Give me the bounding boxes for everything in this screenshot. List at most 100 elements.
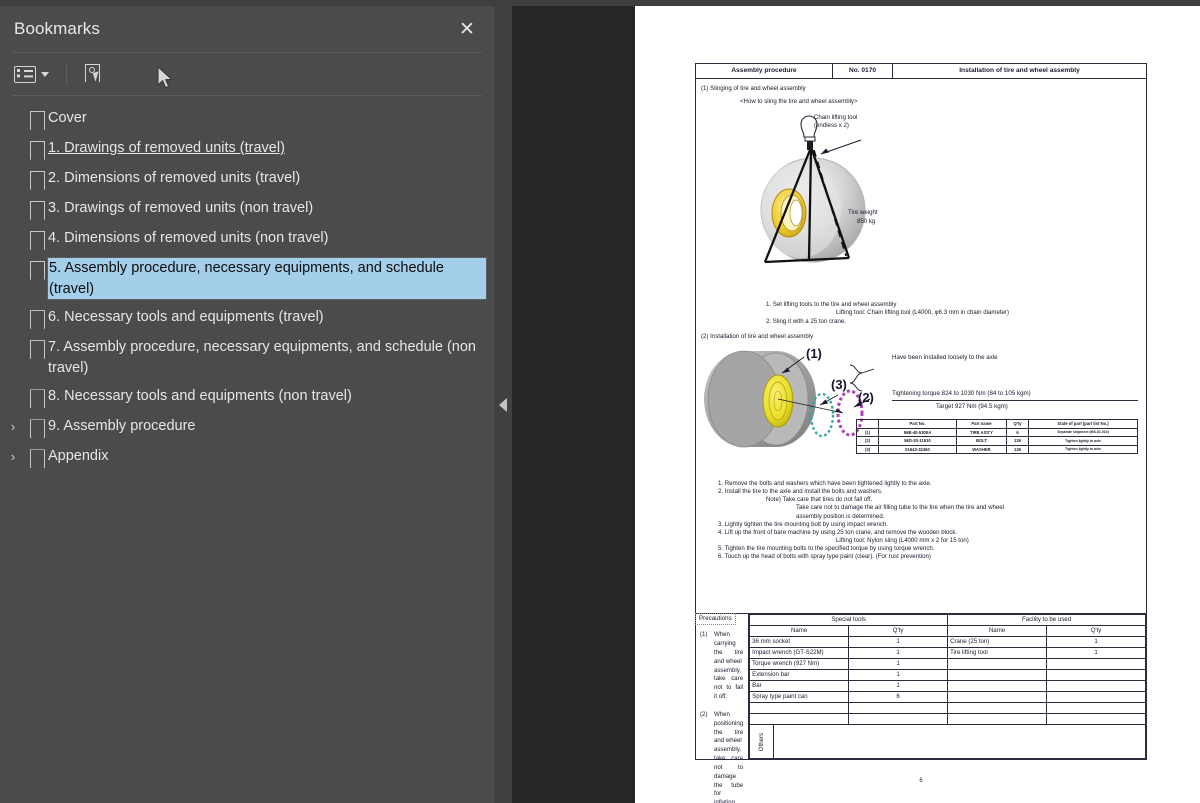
expand-chevron-icon[interactable]: › — [0, 416, 26, 433]
precaution-line: When carrying the tire and wheel — [714, 631, 744, 665]
tools-facility-cell: Impact wrench (GT-S22M) — [749, 647, 850, 659]
parts-th-4: State of part (part list No.) — [1028, 418, 1138, 429]
section2-step: 6. Touch up the head of bolts with spray… — [718, 553, 931, 561]
tools-facility-cell — [848, 702, 949, 714]
parts-cell: 126 — [1006, 436, 1029, 446]
precaution-line: When positioning the tire and wheel — [714, 710, 744, 745]
tools-facility-cell — [947, 713, 1048, 725]
tools-facility-cell — [1046, 669, 1146, 681]
special-tools-title: Special tools — [749, 614, 949, 626]
tools-facility-row — [749, 702, 1146, 714]
header-title: Installation of tire and wheel assembly — [959, 66, 1080, 74]
close-icon[interactable]: ✕ — [454, 16, 480, 42]
tools-facility-cell — [1046, 658, 1146, 670]
facility-col-qty: Q'ty — [1046, 625, 1146, 637]
bookmark-icon — [26, 310, 48, 329]
tools-facility-cell: Crane (25 ton) — [947, 636, 1048, 648]
others-blank-area — [774, 725, 1145, 758]
section1-subheading: <How to sling the tire and wheel assembl… — [740, 98, 858, 106]
section2-step: 1. Remove the bolts and washers which ha… — [718, 479, 932, 487]
bookmark-item-2[interactable]: 1. Drawings of removed units (travel) — [0, 134, 494, 164]
list-options-button[interactable] — [12, 63, 51, 86]
bookmark-label: 9. Assembly procedure — [48, 418, 196, 435]
bookmark-label: 7. Assembly procedure, necessary equipme… — [48, 339, 476, 376]
tools-facility-cell — [749, 702, 850, 714]
tools-facility-cell — [1046, 702, 1146, 714]
tools-facility-cell: Tire lifting tool — [947, 647, 1048, 659]
bookmark-label: Cover — [48, 110, 87, 126]
collapse-left-arrow-icon[interactable] — [499, 397, 507, 412]
document-header-table: Assembly procedure No. 0170 Installation… — [695, 63, 1147, 79]
bookmark-item-8[interactable]: 7. Assembly procedure, necessary equipme… — [0, 333, 494, 382]
bookmarks-panel-header: Bookmarks ✕ — [0, 6, 494, 52]
bookmark-list[interactable]: Cover 1. Drawings of removed units (trave… — [0, 96, 494, 803]
header-procedure: Assembly procedure — [696, 64, 833, 78]
tools-facility-cell: 1 — [848, 658, 949, 670]
bookmark-item-9[interactable]: 8. Necessary tools and equipments (non t… — [0, 382, 494, 412]
tools-facility-row: Bar 1 — [749, 680, 1146, 692]
tools-facility-cell — [1046, 713, 1146, 725]
tools-facility-cell — [848, 713, 949, 725]
section2-step: Note) Take care that tires do not fall o… — [766, 496, 873, 504]
tools-facility-cell: 1 — [848, 669, 949, 681]
section1-step-1: 1. Set lifting tools to the tire and whe… — [766, 301, 897, 309]
precautions-title: Precautions — [695, 612, 736, 626]
bookmark-item-5[interactable]: 4. Dimensions of removed units (non trav… — [0, 224, 494, 254]
parts-cell: TIRE ASS'Y — [956, 427, 1007, 438]
special-tools-col-name: Name — [749, 625, 850, 637]
bookmark-item-6[interactable]: 5. Assembly procedure, necessary equipme… — [0, 254, 494, 303]
bookmark-item-1[interactable]: Cover — [0, 104, 494, 134]
tools-facility-row: 36 mm socket 1 Crane (25 ton) 1 — [749, 636, 1146, 648]
parts-th-0 — [856, 418, 879, 429]
tools-facility-cell — [947, 702, 1048, 714]
tools-facility-row — [749, 713, 1146, 725]
expand-chevron-icon[interactable]: › — [0, 446, 26, 463]
bookmark-item-4[interactable]: 3. Drawings of removed units (non travel… — [0, 194, 494, 224]
tools-facility-table: Special tools Facility to be used Name Q… — [749, 614, 1146, 725]
precaution-number: (2) — [700, 710, 708, 718]
parts-th-2: Part name — [956, 418, 1007, 429]
parts-cell: (3) — [856, 444, 879, 455]
section2-steps: 1. Remove the bolts and washers which ha… — [696, 476, 1146, 562]
tools-facility-cell: Bar — [749, 680, 850, 692]
document-sheet: Assembly procedure No. 0170 Installation… — [695, 63, 1147, 803]
parts-cell: 6 — [1006, 427, 1029, 438]
pdf-viewer: Assembly procedure No. 0170 Installation… — [512, 6, 1200, 803]
section2-step: 3. Lightly tighten the tire mounting bol… — [718, 520, 889, 528]
tools-facility-cell: Extension bar — [749, 669, 850, 681]
parts-table-row: (2) 56D-30-11910 BOLT 126 Tighten lightly to… — [856, 436, 1138, 446]
tools-facility-cell — [947, 669, 1048, 681]
bookmark-item-3[interactable]: 2. Dimensions of removed units (travel) — [0, 164, 494, 194]
section1-step-tool: Lifting tool: Chain lifting tool (L4000,… — [836, 309, 1009, 317]
parts-cell: BOLT — [956, 436, 1007, 446]
bookmark-item-7[interactable]: 6. Necessary tools and equipments (trave… — [0, 303, 494, 333]
precaution-item: (2) When positioning the tire and wheel as… — [696, 711, 748, 803]
bookmark-label: 8. Necessary tools and equipments (non t… — [48, 388, 352, 405]
bookmark-label: 2. Dimensions of removed units (travel) — [48, 170, 301, 186]
section2-step: Take care not to damage the air filling … — [796, 504, 1004, 512]
section2-step: 5. Tighten the tire mounting bolts to th… — [718, 545, 935, 553]
panel-collapse-strip[interactable] — [494, 6, 512, 803]
tools-facility-cell: Torque wrench (927 Nm) — [749, 658, 850, 670]
tools-facility-cell — [947, 680, 1048, 692]
target-torque-note: Target 927 Nm (94.5 kgm) — [936, 402, 1008, 410]
tools-facility-cell — [1046, 691, 1146, 703]
bookmark-label: 3. Drawings of removed units (non travel… — [48, 200, 314, 216]
bookmark-icon — [26, 171, 48, 190]
tire-weight-label: Tire weight 850 kg — [848, 209, 878, 225]
tools-group-header-row: Special tools Facility to be used — [749, 614, 1146, 626]
new-bookmark-button[interactable] — [82, 60, 108, 89]
header-number: No. 0170 — [833, 64, 893, 78]
bookmark-icon — [26, 111, 48, 130]
tools-facility-cell — [947, 658, 1048, 670]
bookmark-icon — [26, 261, 48, 280]
list-options-icon — [14, 65, 36, 83]
bookmark-label: 5. Assembly procedure, necessary equipme… — [47, 256, 487, 301]
bookmark-item-11[interactable]: › Appendix — [0, 442, 494, 472]
bookmark-item-10[interactable]: › 9. Assembly procedure — [0, 412, 494, 442]
tools-facility-cell — [749, 713, 850, 725]
tools-facility-cell: 1 — [848, 636, 949, 648]
document-body: (1) Slinging of tire and wheel assembly … — [695, 79, 1147, 614]
parts-table-row: (1) 56B-40-5300A TIRE ASS'Y 6 Separate shipm… — [856, 427, 1138, 438]
bookmark-icon — [26, 340, 48, 359]
